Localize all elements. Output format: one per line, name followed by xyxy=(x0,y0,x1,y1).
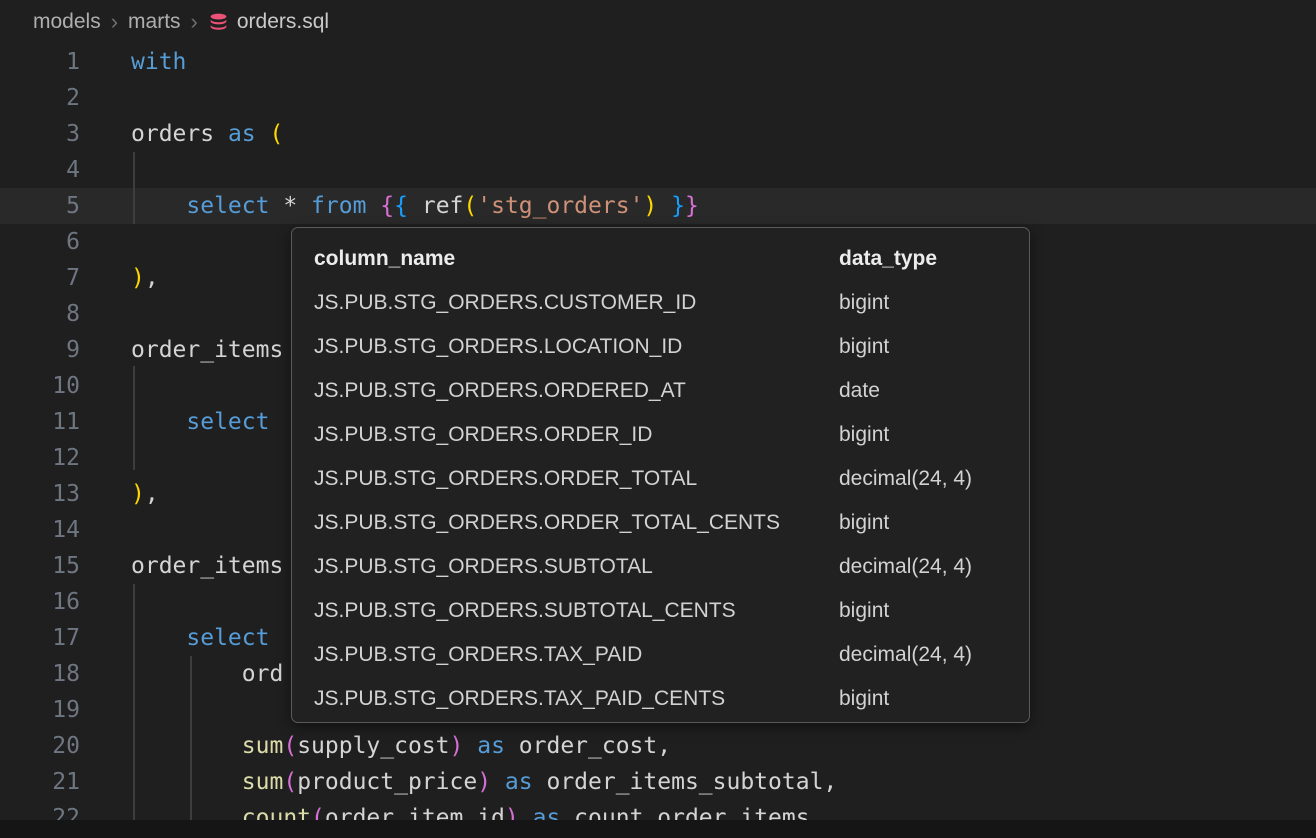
code-text[interactable]: ord xyxy=(80,656,283,692)
code-text[interactable] xyxy=(80,440,131,476)
editor-bottom-edge xyxy=(0,820,1316,838)
code-text[interactable]: order_items xyxy=(80,548,283,584)
code-text[interactable] xyxy=(80,692,131,728)
column-row: JS.PUB.STG_ORDERS.CUSTOMER_ID bigint xyxy=(292,281,1029,325)
code-line-5[interactable]: 5 select * from {{ ref('stg_orders') }} xyxy=(0,188,1316,224)
code-text[interactable]: select xyxy=(80,404,269,440)
code-text[interactable]: ), xyxy=(80,260,159,296)
popup-header-row: column_name data_type xyxy=(292,237,1029,281)
code-line-20[interactable]: 20 sum(supply_cost) as order_cost, xyxy=(0,728,1316,764)
code-text[interactable] xyxy=(80,224,131,260)
column-row: JS.PUB.STG_ORDERS.SUBTOTAL_CENTS bigint xyxy=(292,589,1029,633)
code-line-4[interactable]: 4 xyxy=(0,152,1316,188)
code-text[interactable]: ), xyxy=(80,476,159,512)
code-text[interactable] xyxy=(80,368,131,404)
line-number[interactable]: 17 xyxy=(0,620,80,656)
data-type-cell: bigint xyxy=(839,325,889,369)
code-line-1[interactable]: 1with xyxy=(0,44,1316,80)
data-type-cell: date xyxy=(839,369,880,413)
line-number[interactable]: 12 xyxy=(0,440,80,476)
line-number[interactable]: 6 xyxy=(0,224,80,260)
line-number[interactable]: 10 xyxy=(0,368,80,404)
code-text[interactable]: select xyxy=(80,620,269,656)
code-text[interactable]: orders as ( xyxy=(80,116,283,152)
code-text[interactable]: order_items xyxy=(80,332,283,368)
code-text[interactable] xyxy=(80,152,131,188)
column-info-popup: column_name data_type JS.PUB.STG_ORDERS.… xyxy=(291,227,1030,723)
column-name-cell: JS.PUB.STG_ORDERS.ORDERED_AT xyxy=(314,379,686,402)
chevron-right-icon: › xyxy=(111,9,118,35)
column-row: JS.PUB.STG_ORDERS.ORDERED_AT date xyxy=(292,369,1029,413)
line-number[interactable]: 7 xyxy=(0,260,80,296)
breadcrumb-item-models[interactable]: models xyxy=(33,10,101,34)
line-number[interactable]: 16 xyxy=(0,584,80,620)
code-text[interactable] xyxy=(80,584,131,620)
column-name-cell: JS.PUB.STG_ORDERS.ORDER_ID xyxy=(314,423,652,446)
breadcrumb-item-marts[interactable]: marts xyxy=(128,10,181,34)
column-name-cell: JS.PUB.STG_ORDERS.ORDER_TOTAL xyxy=(314,467,697,490)
line-number[interactable]: 21 xyxy=(0,764,80,800)
data-type-cell: bigint xyxy=(839,501,889,545)
data-type-cell: bigint xyxy=(839,677,889,721)
code-text[interactable] xyxy=(80,512,131,548)
column-name-cell: JS.PUB.STG_ORDERS.SUBTOTAL_CENTS xyxy=(314,599,736,622)
code-text[interactable]: select * from {{ ref('stg_orders') }} xyxy=(80,188,699,224)
column-row: JS.PUB.STG_ORDERS.SUBTOTAL decimal(24, 4) xyxy=(292,545,1029,589)
line-number[interactable]: 20 xyxy=(0,728,80,764)
line-number[interactable]: 4 xyxy=(0,152,80,188)
chevron-right-icon: › xyxy=(191,9,198,35)
database-icon xyxy=(208,12,229,33)
line-number[interactable]: 13 xyxy=(0,476,80,512)
column-row: JS.PUB.STG_ORDERS.TAX_PAID_CENTS bigint xyxy=(292,677,1029,721)
indent-guide xyxy=(133,584,135,820)
code-line-3[interactable]: 3orders as ( xyxy=(0,116,1316,152)
data-type-cell: bigint xyxy=(839,589,889,633)
column-row: JS.PUB.STG_ORDERS.ORDER_TOTAL decimal(24,… xyxy=(292,457,1029,501)
line-number[interactable]: 3 xyxy=(0,116,80,152)
column-row: JS.PUB.STG_ORDERS.TAX_PAID decimal(24, 4) xyxy=(292,633,1029,677)
line-number[interactable]: 14 xyxy=(0,512,80,548)
column-name-cell: JS.PUB.STG_ORDERS.CUSTOMER_ID xyxy=(314,291,696,314)
column-name-cell: JS.PUB.STG_ORDERS.SUBTOTAL xyxy=(314,555,653,578)
code-text[interactable] xyxy=(80,296,131,332)
line-number[interactable]: 5 xyxy=(0,188,80,224)
code-line-21[interactable]: 21 sum(product_price) as order_items_sub… xyxy=(0,764,1316,800)
data-type-cell: decimal(24, 4) xyxy=(839,545,972,589)
column-name-cell: JS.PUB.STG_ORDERS.ORDER_TOTAL_CENTS xyxy=(314,511,780,534)
column-name-cell: JS.PUB.STG_ORDERS.TAX_PAID xyxy=(314,643,642,666)
breadcrumb-item-file[interactable]: orders.sql xyxy=(208,10,329,34)
line-number[interactable]: 1 xyxy=(0,44,80,80)
code-text[interactable] xyxy=(80,80,131,116)
column-name-cell: JS.PUB.STG_ORDERS.TAX_PAID_CENTS xyxy=(314,687,725,710)
line-number[interactable]: 9 xyxy=(0,332,80,368)
indent-guide xyxy=(190,656,192,820)
line-number[interactable]: 2 xyxy=(0,80,80,116)
code-text[interactable]: with xyxy=(80,44,186,80)
column-row: JS.PUB.STG_ORDERS.ORDER_ID bigint xyxy=(292,413,1029,457)
data-type-cell: bigint xyxy=(839,281,889,325)
code-text[interactable]: sum(product_price) as order_items_subtot… xyxy=(80,764,837,800)
data-type-header: data_type xyxy=(839,237,937,281)
line-number[interactable]: 8 xyxy=(0,296,80,332)
column-name-cell: JS.PUB.STG_ORDERS.LOCATION_ID xyxy=(314,335,682,358)
data-type-cell: decimal(24, 4) xyxy=(839,457,972,501)
line-number[interactable]: 18 xyxy=(0,656,80,692)
line-number[interactable]: 11 xyxy=(0,404,80,440)
breadcrumb-file-name: orders.sql xyxy=(237,10,329,34)
breadcrumb: models › marts › orders.sql xyxy=(0,0,1316,44)
indent-guide xyxy=(133,366,135,470)
column-name-header: column_name xyxy=(314,247,455,270)
code-line-2[interactable]: 2 xyxy=(0,80,1316,116)
data-type-cell: bigint xyxy=(839,413,889,457)
column-row: JS.PUB.STG_ORDERS.ORDER_TOTAL_CENTS bigin… xyxy=(292,501,1029,545)
code-text[interactable]: sum(supply_cost) as order_cost, xyxy=(80,728,671,764)
column-row: JS.PUB.STG_ORDERS.LOCATION_ID bigint xyxy=(292,325,1029,369)
indent-guide xyxy=(133,152,135,224)
line-number[interactable]: 19 xyxy=(0,692,80,728)
line-number[interactable]: 15 xyxy=(0,548,80,584)
data-type-cell: decimal(24, 4) xyxy=(839,633,972,677)
